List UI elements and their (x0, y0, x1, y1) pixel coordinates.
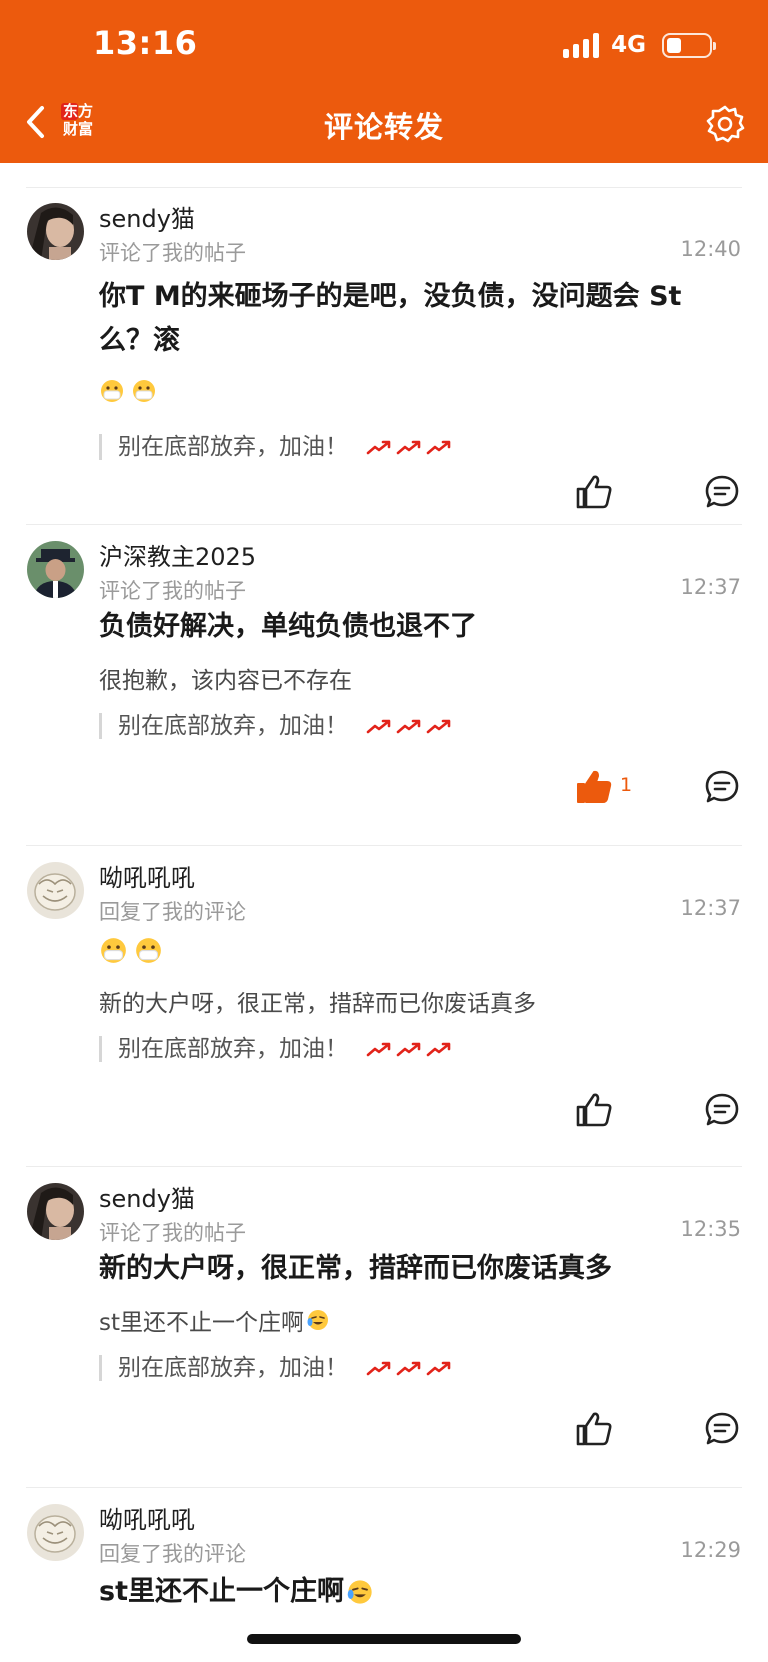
like-icon-active[interactable] (574, 767, 614, 807)
mask-emoji (136, 938, 161, 963)
avatar[interactable] (27, 541, 84, 598)
comment-content[interactable]: st里还不止一个庄啊 (99, 1570, 729, 1614)
comment-item[interactable]: 呦吼吼吼 回复了我的评论 12:37 新的大户呀，很正常，措辞而已你废话真多 别… (0, 846, 768, 1167)
laugh-cry-emoji (307, 1310, 329, 1330)
action-text: 评论了我的帖子 (99, 1221, 246, 1245)
emoji-row (100, 937, 162, 964)
stock-up-arrows (366, 1360, 452, 1376)
action-text: 评论了我的帖子 (99, 579, 246, 603)
timestamp: 12:35 (680, 1217, 741, 1241)
like-icon[interactable] (574, 472, 614, 512)
comment-item[interactable]: 沪深教主2025 评论了我的帖子 12:37 负债好解决，单纯负债也退不了 很抱… (0, 525, 768, 846)
quote-text: 别在底部放弃，加油！ (118, 713, 348, 739)
mask-emoji (133, 380, 155, 402)
logo-line2: 财富 (62, 120, 93, 138)
mask-emoji (101, 380, 123, 402)
quoted-post[interactable]: 别在底部放弃，加油！ (99, 713, 452, 739)
avatar[interactable] (27, 1183, 84, 1240)
action-text: 回复了我的评论 (99, 1542, 246, 1566)
stock-up-arrow-icon (396, 1042, 421, 1057)
comment-content[interactable]: 你T M的来砸场子的是吧，没负债，没问题会 St么？滚 (99, 275, 729, 363)
quote-text: 别在底部放弃，加油！ (118, 434, 348, 460)
stock-up-arrow-icon (366, 719, 391, 734)
signal-icon (563, 32, 600, 58)
username[interactable]: sendy猫 (99, 1179, 195, 1214)
timestamp: 12:37 (680, 575, 741, 599)
comment-item[interactable]: sendy猫 评论了我的帖子 12:35 新的大户呀，很正常，措辞而已你废话真多… (0, 1167, 768, 1488)
stock-up-arrow-icon (426, 440, 451, 455)
status-time: 13:16 (93, 24, 198, 62)
stock-up-arrow-icon (426, 1042, 451, 1057)
stock-up-arrow-icon (366, 1361, 391, 1376)
action-text: 回复了我的评论 (99, 900, 246, 924)
quote-text: 别在底部放弃，加油！ (118, 1355, 348, 1381)
stock-up-arrow-icon (366, 1042, 391, 1057)
username[interactable]: sendy猫 (99, 199, 195, 234)
stock-up-arrow-icon (366, 440, 391, 455)
timestamp: 12:37 (680, 896, 741, 920)
comment-icon[interactable] (703, 768, 741, 806)
header: 13:16 4G 东方 财富 评论转发 (0, 0, 768, 163)
network-type: 4G (611, 32, 646, 58)
reference-text: st里还不止一个庄啊 (99, 1303, 330, 1337)
app-logo[interactable]: 东方 财富 (58, 102, 98, 142)
reference-text: 新的大户呀，很正常，措辞而已你废话真多 (99, 991, 536, 1017)
reference-text-body: st里还不止一个庄啊 (99, 1310, 305, 1336)
comment-item[interactable]: sendy猫 评论了我的帖子 12:40 你T M的来砸场子的是吧，没负债，没问… (0, 187, 768, 525)
status-indicators: 4G (563, 32, 716, 58)
stock-up-arrow-icon (426, 1361, 451, 1376)
avatar[interactable] (27, 1504, 84, 1561)
quoted-post[interactable]: 别在底部放弃，加油！ (99, 1355, 452, 1381)
stock-up-arrows (366, 718, 452, 734)
battery-icon (662, 32, 716, 58)
stock-up-arrows (366, 1041, 452, 1057)
home-indicator[interactable] (247, 1634, 521, 1644)
comment-icon[interactable] (703, 473, 741, 511)
comment-icon[interactable] (703, 1091, 741, 1129)
like-icon[interactable] (574, 1090, 614, 1130)
stock-up-arrow-icon (396, 719, 421, 734)
quote-text: 别在底部放弃，加油！ (118, 1036, 348, 1062)
quoted-post[interactable]: 别在底部放弃，加油！ (99, 1036, 452, 1062)
settings-icon[interactable] (705, 104, 745, 144)
username[interactable]: 沪深教主2025 (99, 537, 256, 572)
avatar[interactable] (27, 862, 84, 919)
laugh-cry-emoji (347, 1580, 372, 1604)
timestamp: 12:40 (680, 237, 741, 261)
comment-content[interactable]: 负债好解决，单纯负债也退不了 (99, 605, 729, 649)
like-count: 1 (620, 774, 633, 796)
stock-up-arrow-icon (396, 440, 421, 455)
stock-up-arrow-icon (396, 1361, 421, 1376)
logo-line1: 东方 (62, 102, 93, 120)
stock-up-arrows (366, 439, 452, 455)
action-text: 评论了我的帖子 (99, 241, 246, 265)
timestamp: 12:29 (680, 1538, 741, 1562)
stock-up-arrow-icon (426, 719, 451, 734)
emoji-row (100, 379, 156, 403)
username[interactable]: 呦吼吼吼 (99, 858, 195, 893)
avatar[interactable] (27, 203, 84, 260)
comment-content[interactable]: 新的大户呀，很正常，措辞而已你废话真多 (99, 1247, 729, 1291)
reference-text: 很抱歉，该内容已不存在 (99, 668, 352, 694)
username[interactable]: 呦吼吼吼 (99, 1500, 195, 1535)
mask-emoji (101, 938, 126, 963)
comment-content-body: st里还不止一个庄啊 (99, 1576, 344, 1607)
quoted-post[interactable]: 别在底部放弃，加油！ (99, 434, 452, 460)
page-title: 评论转发 (323, 110, 444, 144)
comment-icon[interactable] (703, 1410, 741, 1448)
like-icon[interactable] (574, 1409, 614, 1449)
